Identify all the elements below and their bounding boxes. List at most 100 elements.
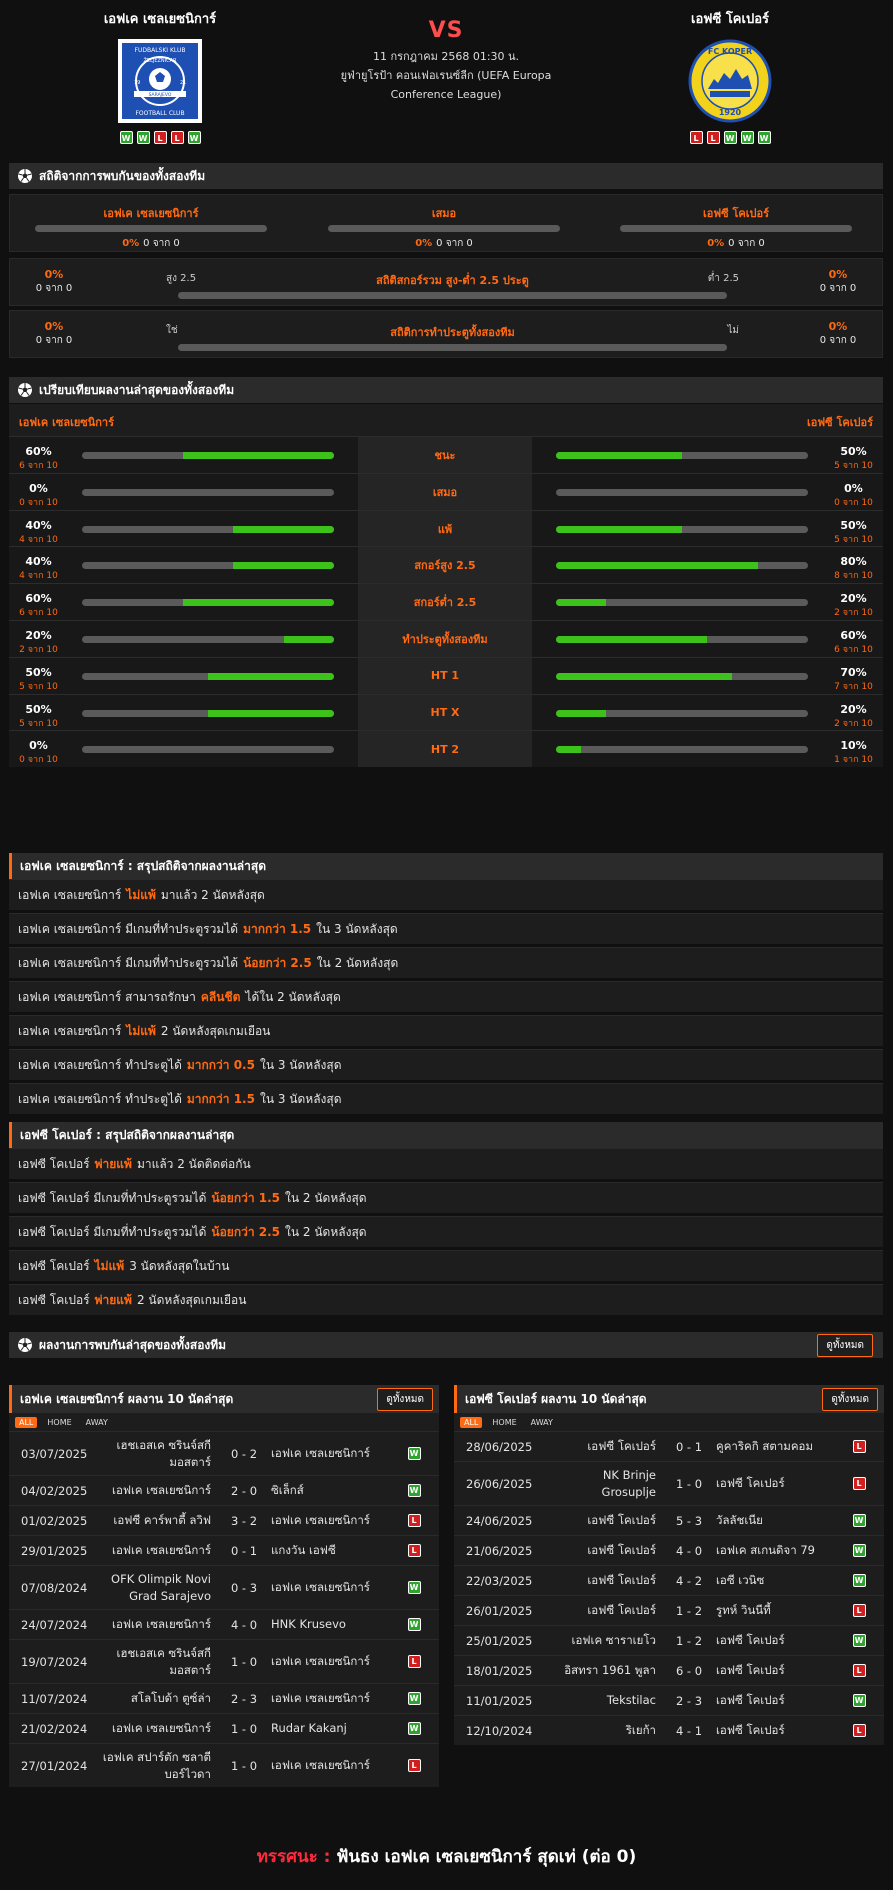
summary-row: เอฟซี โคเปอร์ พ่ายแพ้ มาแล้ว 2 นัดติดต่อกั…	[9, 1148, 883, 1179]
compare-home-pct: 60%	[25, 445, 52, 458]
ou-title: สถิติสกอร์รวม สูง-ต่ำ 2.5 ประตู	[376, 274, 529, 287]
tab-away[interactable]: AWAY	[527, 1417, 557, 1428]
table-row: 03/07/2025 เฮชเอสเค ซรินจ์สกี มอสตาร์ 0 - …	[9, 1431, 439, 1475]
result-cell: L	[844, 1656, 874, 1685]
summary-row: เอฟเค เซลเยซนิการ์ ไม่แพ้ มาแล้ว 2 นัดหลัง…	[9, 879, 883, 910]
home-team-cell: OFK Olimpik Novi Grad Sarajevo	[111, 1571, 211, 1603]
tab-home[interactable]: HOME	[488, 1417, 520, 1428]
summary-row: เอฟซี โคเปอร์ ไม่แพ้ 3 นัดหลังสุดในบ้าน	[9, 1250, 883, 1281]
summary-text: เอฟซี โคเปอร์	[18, 1258, 90, 1273]
match-info-block: VS 11 กรกฎาคม 2568 01:30 น. ยูฟ่ายูโรป้า…	[330, 18, 562, 104]
compare-away-bar-fill	[556, 636, 708, 643]
compare-away-of: 1 จาก 10	[834, 755, 873, 766]
compare-home-bar-fill	[233, 525, 334, 533]
btts-right-of: 0 จาก 0	[819, 335, 857, 346]
match-date: 21/02/2024	[21, 1721, 88, 1736]
compare-away-label: เอฟซี โคเปอร์	[807, 416, 873, 429]
summary-highlight: น้อยกว่า 1.5	[211, 1190, 281, 1205]
compare-row: 40% 4 จาก 10 สกอร์สูง 2.5 80% 8 จาก 10	[9, 546, 883, 584]
compare-home-bar-fill	[233, 562, 334, 570]
result-cell: L	[399, 1744, 429, 1787]
compare-home-of: 5 จาก 10	[19, 681, 58, 692]
tab-all[interactable]: ALL	[460, 1416, 483, 1428]
score-cell: 0 - 1	[675, 1439, 703, 1454]
table-row: 18/01/2025 อิสทรา 1961 พูลา 6 - 0 เอฟซี โคเ…	[454, 1655, 884, 1685]
away-view-all-button[interactable]: ดูทั้งหมด	[822, 1387, 878, 1411]
compare-away-pct: 50%	[840, 518, 867, 532]
away-team-cell: รูทห์ วินนีที้	[716, 1603, 771, 1617]
summary-text: เอฟซี โคเปอร์	[18, 1156, 90, 1171]
compare-away-bar-fill	[556, 599, 607, 607]
compare-away-stat: 50% 5 จาก 10	[826, 519, 881, 547]
result-cell: W	[844, 1566, 874, 1595]
compare-home-stat: 40% 4 จาก 10	[11, 555, 66, 583]
match-date: 07/08/2024	[21, 1580, 88, 1595]
match-date: 25/01/2025	[466, 1633, 533, 1648]
h2h-summary-panel: เอฟเค เซลเยซนิการ์ 0% 0 จาก 0 เสมอ 0% 0 จา…	[9, 194, 883, 252]
compare-away-bar	[556, 488, 808, 496]
away-recent-title: เอฟซี โคเปอร์ ผลงาน 10 นัดล่าสุด	[465, 1391, 647, 1406]
score-cell: 1 - 2	[675, 1633, 703, 1648]
compare-row: 50% 5 จาก 10 HT 1 70% 7 จาก 10	[9, 656, 883, 694]
compare-home-pct: 40%	[25, 555, 52, 569]
away-form-row: L L W W W	[630, 131, 830, 144]
result-badge: L	[852, 1604, 866, 1617]
compare-home-stat: 40% 4 จาก 10	[11, 519, 66, 547]
compare-home-pct: 0%	[29, 739, 48, 753]
compare-home-stat: 50% 5 จาก 10	[11, 666, 66, 694]
score-cell: 4 - 0	[675, 1543, 703, 1558]
summary-row: เอฟเค เซลเยซนิการ์ มีเกมที่ทำประตูรวมได้…	[9, 947, 883, 978]
compare-home-bar	[82, 746, 334, 754]
compare-home-of: 4 จาก 10	[19, 534, 58, 545]
away-team-block: เอฟซี โคเปอร์ FC KOPER 1920 L L W W W	[630, 8, 830, 144]
table-row: 11/07/2024 สโลโบด้า ตูซ์ล่า 2 - 3 เอฟเค เซล…	[9, 1683, 439, 1713]
home-form-badge: L	[170, 131, 184, 144]
h2h-away-label: เอฟซี โคเปอร์	[703, 207, 769, 220]
away-form-badge: W	[723, 131, 737, 144]
result-cell: L	[399, 1536, 429, 1565]
summary-text: เอฟเค เซลเยซนิการ์ มีเกมที่ทำประตูรวมได้	[18, 955, 239, 970]
match-date: 24/07/2024	[21, 1617, 88, 1632]
home-team-cell: เฮชเอสเค ซรินจ์สกี มอสตาร์	[116, 1437, 211, 1469]
ou-right-tag: ต่ำ 2.5	[707, 273, 739, 284]
view-all-button[interactable]: ดูทั้งหมด	[817, 1333, 873, 1357]
btts-title: สถิติการทำประตูทั้งสองทีม	[390, 326, 515, 339]
home-team-cell: เอฟเค ซาราเยโว	[571, 1633, 656, 1647]
compare-away-stat: 20% 2 จาก 10	[826, 592, 881, 620]
home-view-all-button[interactable]: ดูทั้งหมด	[377, 1387, 433, 1411]
tab-all[interactable]: ALL	[15, 1416, 38, 1428]
result-cell: W	[844, 1686, 874, 1715]
summary-row: เอฟซี โคเปอร์ มีเกมที่ทำประตูรวมได้ น้อยก…	[9, 1216, 883, 1247]
compare-title: เปรียบเทียบผลงานล่าสุดของทั้งสองทีม	[39, 382, 235, 397]
home-form-badge: W	[119, 131, 133, 144]
summary-highlight: ไม่แพ้	[126, 887, 156, 902]
result-cell: L	[399, 1506, 429, 1535]
result-cell: W	[844, 1626, 874, 1655]
compare-label: HT X	[358, 694, 532, 731]
h2h-title: สถิติจากการพบกันของทั้งสองทีม	[39, 168, 206, 183]
result-badge: L	[852, 1724, 866, 1737]
h2h-draw-of: 0 จาก 0	[436, 238, 473, 249]
result-badge: L	[407, 1544, 421, 1557]
result-cell: W	[844, 1506, 874, 1535]
home-team-name: เอฟเค เซลเยซนิการ์	[103, 12, 217, 27]
home-team-cell: เอฟเค เซลเยซนิการ์	[112, 1617, 211, 1631]
compare-home-stat: 50% 5 จาก 10	[11, 703, 66, 731]
summary-highlight: พ่ายแพ้	[94, 1156, 132, 1171]
table-row: 24/07/2024 เอฟเค เซลเยซนิการ์ 4 - 0 HNK Kru…	[9, 1609, 439, 1639]
tab-home[interactable]: HOME	[43, 1417, 75, 1428]
h2h-home-of: 0 จาก 0	[143, 238, 180, 249]
result-badge: L	[407, 1655, 421, 1668]
compare-home-of: 6 จาก 10	[19, 608, 58, 619]
tab-away[interactable]: AWAY	[82, 1417, 112, 1428]
summary-highlight: มากกว่า 1.5	[186, 1091, 255, 1106]
svg-text:19: 19	[134, 80, 140, 86]
summary-row: เอฟซี โคเปอร์ พ่ายแพ้ 2 นัดหลังสุดเกมเยือน	[9, 1284, 883, 1315]
summary-text: ใน 2 นัดหลังสุด	[285, 1190, 367, 1205]
home-team-cell: เอฟเค เซลเยซนิการ์	[112, 1543, 211, 1557]
compare-label: ทำประตูทั้งสองทีม	[358, 621, 532, 657]
away-team-cell: เอฟซี โคเปอร์	[716, 1633, 785, 1647]
away-team-cell: แกงวัน เอฟซี	[271, 1543, 336, 1557]
home-team-cell: เฮชเอสเค ซรินจ์สกี มอสตาร์	[116, 1645, 211, 1677]
summary-row: เอฟเค เซลเยซนิการ์ ทำประตูได้ มากกว่า 1.5…	[9, 1083, 883, 1114]
